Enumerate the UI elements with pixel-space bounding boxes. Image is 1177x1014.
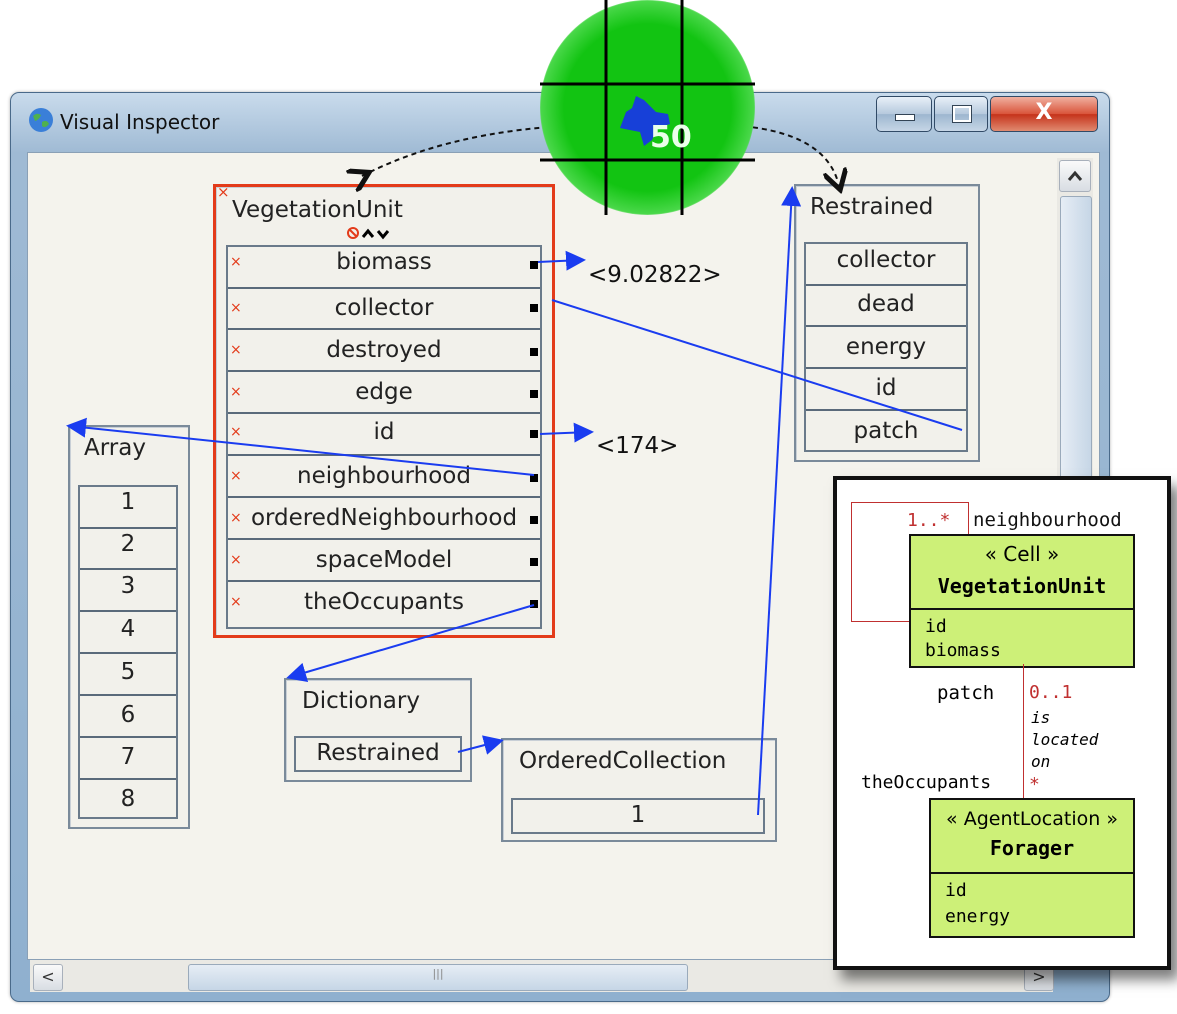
association-word: on (1031, 752, 1051, 771)
collection-link (757, 186, 802, 816)
cell-attribute: biomass (925, 640, 1001, 661)
agent-attribute: id (945, 880, 967, 901)
occupants-role: theOccupants (861, 772, 992, 793)
vegetation-unit-class: « Cell » VegetationUnit id biomass (909, 534, 1135, 668)
occupants-link (286, 604, 535, 683)
cell-attribute: id (925, 616, 947, 637)
neighbourhood-multiplicity: 1..* (907, 510, 951, 531)
cell-value: 50 (650, 120, 692, 155)
agent-stereotype: « AgentLocation » (946, 808, 1118, 830)
cell-stereotype: « Cell » (984, 542, 1060, 566)
association-word: located (1031, 730, 1099, 749)
agent-class-name: Forager (989, 836, 1075, 860)
association-word: is (1031, 708, 1051, 727)
association-line (1023, 664, 1024, 800)
occupants-multiplicity: * (1029, 774, 1040, 795)
collector-link (551, 299, 963, 431)
neighbourhood-role: neighbourhood (973, 509, 1122, 531)
uml-class-diagram: 1..* neighbourhood « Cell » VegetationUn… (833, 476, 1171, 970)
cell-class-name: VegetationUnit (937, 574, 1107, 598)
neighbourhood-link (66, 417, 535, 476)
forager-class: « AgentLocation » Forager id energy (929, 798, 1135, 938)
patch-multiplicity: 0..1 (1029, 682, 1073, 703)
dictionary-link (457, 735, 504, 755)
patch-role: patch (937, 682, 995, 704)
biomass-link (537, 250, 586, 271)
grid-lines (540, 0, 755, 215)
id-link (539, 422, 594, 443)
agent-attribute: energy (945, 906, 1011, 927)
